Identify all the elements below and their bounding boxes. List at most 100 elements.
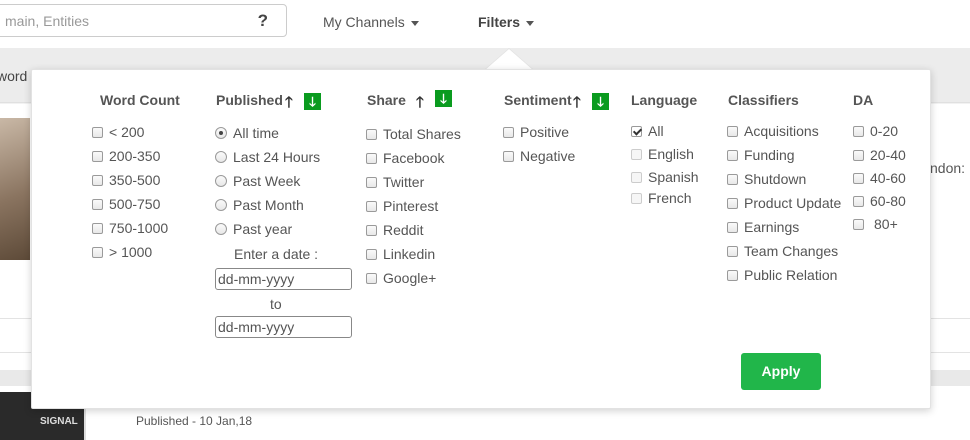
radio-button[interactable] xyxy=(215,223,227,235)
share-option[interactable]: Linkedin xyxy=(366,246,435,262)
sort-ascending-icon[interactable]: 🡑 xyxy=(573,92,581,117)
checkbox[interactable] xyxy=(92,127,103,138)
dropdown-pointer xyxy=(485,49,533,70)
checkbox[interactable] xyxy=(503,151,514,162)
language-option[interactable]: French xyxy=(631,190,692,206)
radio-button[interactable] xyxy=(215,199,227,211)
classifier-option[interactable]: Earnings xyxy=(727,219,799,235)
sentiment-option[interactable]: Positive xyxy=(503,124,569,140)
apply-button[interactable]: Apply xyxy=(741,353,821,390)
share-option[interactable]: Pinterest xyxy=(366,198,438,214)
search-box[interactable]: ? xyxy=(0,4,287,37)
checkbox[interactable] xyxy=(92,199,103,210)
checkbox[interactable] xyxy=(727,222,738,233)
published-option[interactable]: Last 24 Hours xyxy=(215,149,320,165)
classifier-option[interactable]: Funding xyxy=(727,147,795,163)
published-option[interactable]: Past year xyxy=(215,221,292,237)
article-thumbnail[interactable] xyxy=(0,118,30,260)
checkbox[interactable] xyxy=(366,177,377,188)
checkbox[interactable] xyxy=(92,151,103,162)
checkbox[interactable] xyxy=(727,126,738,137)
checkbox[interactable] xyxy=(853,219,864,230)
share-option[interactable]: Google+ xyxy=(366,270,436,286)
chevron-down-icon xyxy=(526,20,535,26)
word-count-option[interactable]: 350-500 xyxy=(92,172,160,188)
da-option[interactable]: 80+ xyxy=(853,216,898,232)
classifier-option[interactable]: Acquisitions xyxy=(727,123,819,139)
filters-label: Filters xyxy=(478,14,521,30)
classifier-option[interactable]: Team Changes xyxy=(727,243,838,259)
end-date-input[interactable] xyxy=(215,316,352,338)
classifiers-title: Classifiers xyxy=(728,92,799,108)
sort-ascending-icon[interactable]: 🡑 xyxy=(285,92,293,117)
sort-descending-icon[interactable]: 🡓 xyxy=(435,90,452,107)
published-option[interactable]: Past Month xyxy=(215,197,304,213)
checkbox[interactable] xyxy=(366,153,377,164)
radio-button[interactable] xyxy=(215,151,227,163)
classifier-option[interactable]: Shutdown xyxy=(727,171,806,187)
da-option[interactable]: 0-20 xyxy=(853,123,898,139)
checkbox[interactable] xyxy=(631,149,642,160)
checkbox[interactable] xyxy=(503,127,514,138)
checkbox[interactable] xyxy=(631,172,642,183)
checkbox[interactable] xyxy=(853,196,864,207)
published-date: Published - 10 Jan,18 xyxy=(136,414,253,428)
checkbox[interactable] xyxy=(727,174,738,185)
checkbox[interactable] xyxy=(853,150,864,161)
checkbox[interactable] xyxy=(853,173,864,184)
checkbox[interactable] xyxy=(366,201,377,212)
sentiment-option[interactable]: Negative xyxy=(503,148,575,164)
checkbox[interactable] xyxy=(92,223,103,234)
start-date-input[interactable] xyxy=(215,268,352,290)
my-channels-menu[interactable]: My Channels xyxy=(323,14,419,30)
radio-button[interactable] xyxy=(215,127,227,139)
checkbox[interactable] xyxy=(853,126,864,137)
word-count-option[interactable]: 750-1000 xyxy=(92,220,168,236)
filters-menu[interactable]: Filters xyxy=(478,14,535,30)
filters-dropdown: Word Count < 200 200-350 350-500 500-750… xyxy=(31,69,931,409)
da-option[interactable]: 60-80 xyxy=(853,193,906,209)
checkbox[interactable] xyxy=(92,247,103,258)
sort-descending-icon[interactable]: 🡓 xyxy=(304,93,321,110)
da-option[interactable]: 40-60 xyxy=(853,170,906,186)
checkbox[interactable] xyxy=(366,129,377,140)
da-title: DA xyxy=(853,92,874,108)
published-option[interactable]: Past Week xyxy=(215,173,300,189)
checkbox[interactable] xyxy=(631,193,642,204)
chevron-down-icon xyxy=(410,20,419,26)
language-option[interactable]: Spanish xyxy=(631,169,699,185)
checkbox[interactable] xyxy=(366,273,377,284)
checkbox[interactable] xyxy=(92,175,103,186)
search-input[interactable] xyxy=(5,11,245,31)
checkbox[interactable] xyxy=(727,198,738,209)
article-snippet: ndon: xyxy=(930,160,966,176)
classifier-option[interactable]: Product Update xyxy=(727,195,841,211)
sort-descending-icon[interactable]: 🡓 xyxy=(592,93,609,110)
share-option[interactable]: Total Shares xyxy=(366,126,461,142)
word-count-option[interactable]: 200-350 xyxy=(92,148,160,164)
checkbox[interactable] xyxy=(727,246,738,257)
language-option[interactable]: English xyxy=(631,146,694,162)
word-count-title: Word Count xyxy=(100,92,180,108)
checkbox-checked[interactable] xyxy=(631,126,642,137)
word-count-option[interactable]: 500-750 xyxy=(92,196,160,212)
top-bar: ? My Channels Filters xyxy=(0,0,970,48)
share-option[interactable]: Reddit xyxy=(366,222,423,238)
language-option[interactable]: All xyxy=(631,123,664,139)
radio-button[interactable] xyxy=(215,175,227,187)
da-option[interactable]: 20-40 xyxy=(853,147,906,163)
classifier-option[interactable]: Public Relation xyxy=(727,267,837,283)
strip-text: word xyxy=(0,68,28,84)
published-option[interactable]: All time xyxy=(215,125,279,141)
checkbox[interactable] xyxy=(727,270,738,281)
share-option[interactable]: Twitter xyxy=(366,174,424,190)
date-to-label: to xyxy=(270,296,282,312)
word-count-option[interactable]: < 200 xyxy=(92,124,144,140)
word-count-option[interactable]: > 1000 xyxy=(92,244,152,260)
help-icon[interactable]: ? xyxy=(258,11,268,31)
share-option[interactable]: Facebook xyxy=(366,150,444,166)
checkbox[interactable] xyxy=(366,225,377,236)
checkbox[interactable] xyxy=(727,150,738,161)
checkbox[interactable] xyxy=(366,249,377,260)
sort-ascending-icon[interactable]: 🡑 xyxy=(416,92,424,117)
